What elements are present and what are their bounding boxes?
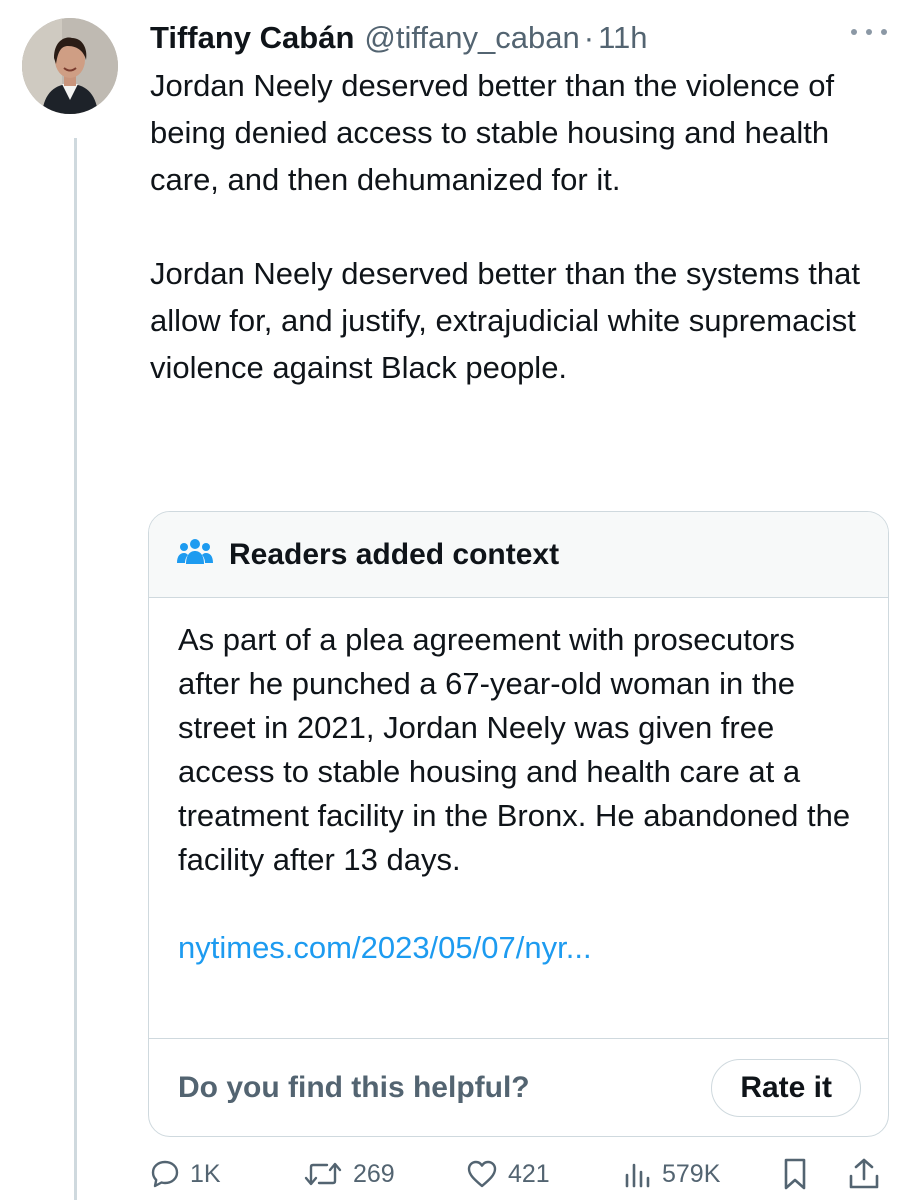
helpful-question: Do you find this helpful?: [178, 1070, 530, 1104]
share-button[interactable]: [848, 1152, 880, 1196]
author-avatar[interactable]: [22, 18, 118, 114]
views-icon: [624, 1159, 652, 1189]
author-handle[interactable]: @tiffany_caban: [364, 20, 579, 56]
author-name[interactable]: Tiffany Cabán: [150, 20, 354, 56]
thread-line: [74, 138, 77, 1200]
community-note-title: Readers added context: [229, 537, 560, 571]
tweet-text: Jordan Neely deserved better than the vi…: [150, 62, 880, 391]
more-options-icon[interactable]: [851, 20, 887, 44]
community-note-text: As part of a plea agreement with prosecu…: [178, 622, 851, 877]
tweet-time[interactable]: 11h: [598, 20, 647, 56]
tweet-actions: 1K 269 421 579K: [150, 1152, 890, 1196]
tweet-paragraph: Jordan Neely deserved better than the sy…: [150, 256, 860, 385]
views-count: 579K: [662, 1159, 721, 1188]
heart-icon: [466, 1159, 498, 1189]
reply-icon: [150, 1159, 180, 1189]
tweet-header: Tiffany Cabán @tiffany_caban · 11h: [150, 16, 890, 60]
retweet-icon: [303, 1159, 343, 1189]
community-note-body: As part of a plea agreement with prosecu…: [149, 598, 888, 970]
rate-it-button[interactable]: Rate it: [711, 1058, 861, 1117]
author-photo: [22, 18, 118, 114]
separator: ·: [583, 20, 595, 55]
source-link[interactable]: nytimes.com/2023/05/07/nyr...: [178, 926, 860, 970]
people-icon: [177, 537, 213, 572]
like-button[interactable]: 421: [466, 1152, 550, 1196]
views-button[interactable]: 579K: [624, 1152, 720, 1196]
bookmark-icon: [782, 1157, 808, 1191]
community-note-footer: Do you find this helpful? Rate it: [149, 1038, 888, 1136]
retweet-button[interactable]: 269: [303, 1152, 395, 1196]
tweet-paragraph: Jordan Neely deserved better than the vi…: [150, 68, 835, 197]
reply-button[interactable]: 1K: [150, 1152, 221, 1196]
community-note-header: Readers added context: [149, 512, 888, 598]
reply-count: 1K: [190, 1159, 221, 1188]
retweet-count: 269: [353, 1159, 395, 1188]
bookmark-button[interactable]: [782, 1152, 808, 1196]
community-note-card: Readers added context As part of a plea …: [148, 511, 889, 1137]
share-icon: [848, 1157, 880, 1191]
like-count: 421: [508, 1159, 550, 1188]
